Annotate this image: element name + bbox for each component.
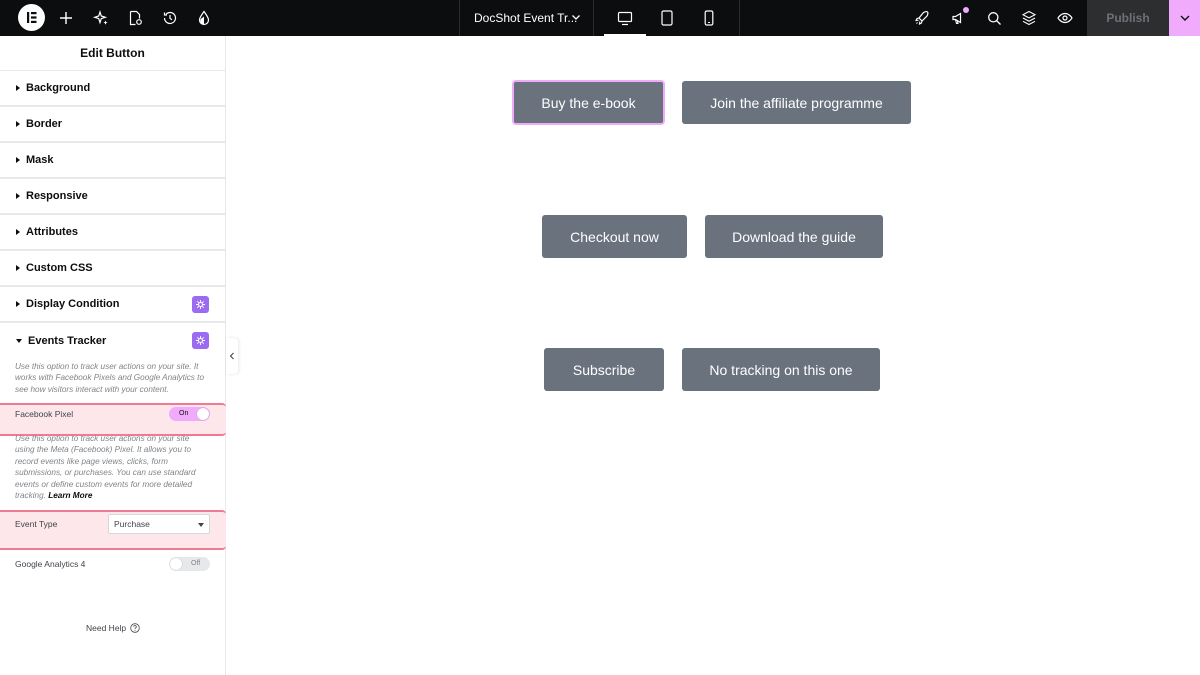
- page-settings-icon[interactable]: [126, 0, 144, 36]
- canvas-button-checkout[interactable]: Checkout now: [542, 215, 687, 258]
- divider: [459, 0, 460, 36]
- history-icon[interactable]: [161, 0, 179, 36]
- desktop-view-button[interactable]: [604, 0, 646, 36]
- elementor-logo-icon[interactable]: [18, 4, 45, 31]
- facebook-pixel-label: Facebook Pixel: [15, 409, 74, 419]
- section-border[interactable]: Border: [0, 107, 225, 143]
- caret-right-icon: [16, 229, 20, 235]
- toggle-knob: [197, 408, 209, 420]
- document-title[interactable]: DocShot Event Tr...: [474, 0, 577, 36]
- section-label: Background: [26, 82, 91, 94]
- caret-down-icon: [198, 523, 204, 527]
- tablet-view-button[interactable]: [646, 0, 688, 36]
- facebook-pixel-description: Use this option to track user actions on…: [15, 433, 211, 501]
- add-icon[interactable]: [57, 0, 75, 36]
- pro-badge-icon: [192, 332, 209, 349]
- search-icon[interactable]: [985, 0, 1003, 36]
- announcements-icon[interactable]: [950, 0, 968, 36]
- section-label: Responsive: [26, 190, 88, 202]
- canvas-button-download-guide[interactable]: Download the guide: [705, 215, 883, 258]
- section-label: Mask: [26, 154, 54, 166]
- chevron-down-icon: [1180, 15, 1189, 21]
- canvas-button-subscribe[interactable]: Subscribe: [544, 348, 664, 391]
- section-custom-css[interactable]: Custom CSS: [0, 251, 225, 287]
- canvas-button-no-tracking[interactable]: No tracking on this one: [682, 348, 880, 391]
- section-attributes[interactable]: Attributes: [0, 215, 225, 251]
- notification-dot: [963, 7, 969, 13]
- help-circle-icon: [130, 623, 140, 633]
- caret-right-icon: [16, 301, 20, 307]
- caret-right-icon: [16, 121, 20, 127]
- section-responsive[interactable]: Responsive: [0, 179, 225, 215]
- section-label: Display Condition: [26, 298, 120, 310]
- caret-right-icon: [16, 193, 20, 199]
- section-events-tracker[interactable]: Events Tracker: [0, 323, 225, 359]
- rocket-icon[interactable]: [913, 0, 931, 36]
- events-tracker-description: Use this option to track user actions on…: [15, 362, 205, 394]
- site-style-icon[interactable]: [195, 0, 213, 36]
- event-type-value: Purchase: [114, 519, 150, 529]
- section-background[interactable]: Background: [0, 71, 225, 107]
- chevron-left-icon: [229, 352, 234, 360]
- preview-eye-icon[interactable]: [1056, 0, 1074, 36]
- section-mask[interactable]: Mask: [0, 143, 225, 179]
- facebook-pixel-toggle[interactable]: On: [169, 407, 210, 421]
- toggle-state-label: On: [179, 410, 189, 417]
- caret-right-icon: [16, 265, 20, 271]
- section-display-condition[interactable]: Display Condition: [0, 287, 225, 323]
- layers-icon[interactable]: [1020, 0, 1038, 36]
- top-bar: DocShot Event Tr... Publish: [0, 0, 1200, 36]
- google-analytics-label: Google Analytics 4: [15, 559, 86, 569]
- divider: [739, 0, 740, 36]
- ai-sparkle-icon[interactable]: [92, 0, 110, 36]
- event-type-label: Event Type: [15, 519, 58, 529]
- canvas-button-join-affiliate[interactable]: Join the affiliate programme: [682, 81, 911, 124]
- publish-button[interactable]: Publish: [1087, 0, 1169, 36]
- caret-down-icon: [16, 339, 22, 343]
- section-label: Border: [26, 118, 63, 130]
- panel-title: Edit Button: [0, 36, 225, 71]
- editor-panel: Edit Button Background Border Mask Respo…: [0, 36, 226, 675]
- canvas-button-buy-ebook[interactable]: Buy the e-book: [512, 80, 665, 125]
- need-help-label: Need Help: [86, 623, 127, 633]
- section-label: Attributes: [26, 226, 78, 238]
- toggle-knob: [170, 558, 182, 570]
- divider: [593, 0, 594, 36]
- learn-more-link[interactable]: Learn More: [48, 491, 92, 500]
- mobile-view-button[interactable]: [688, 0, 730, 36]
- toggle-state-label: Off: [191, 560, 201, 567]
- publish-options-button[interactable]: [1169, 0, 1200, 36]
- description-text: Use this option to track user actions on…: [15, 434, 196, 501]
- need-help-link[interactable]: Need Help: [86, 623, 140, 633]
- tablet-icon: [661, 10, 673, 26]
- google-analytics-toggle[interactable]: Off: [169, 557, 210, 571]
- mobile-icon: [704, 10, 714, 26]
- section-label: Events Tracker: [28, 335, 107, 347]
- caret-right-icon: [16, 85, 20, 91]
- caret-right-icon: [16, 157, 20, 163]
- desktop-icon: [617, 11, 633, 25]
- chevron-down-icon[interactable]: [571, 12, 581, 22]
- pro-badge-icon: [192, 296, 209, 313]
- collapse-panel-button[interactable]: [226, 338, 238, 374]
- event-type-select[interactable]: Purchase: [108, 514, 210, 534]
- section-label: Custom CSS: [26, 262, 93, 274]
